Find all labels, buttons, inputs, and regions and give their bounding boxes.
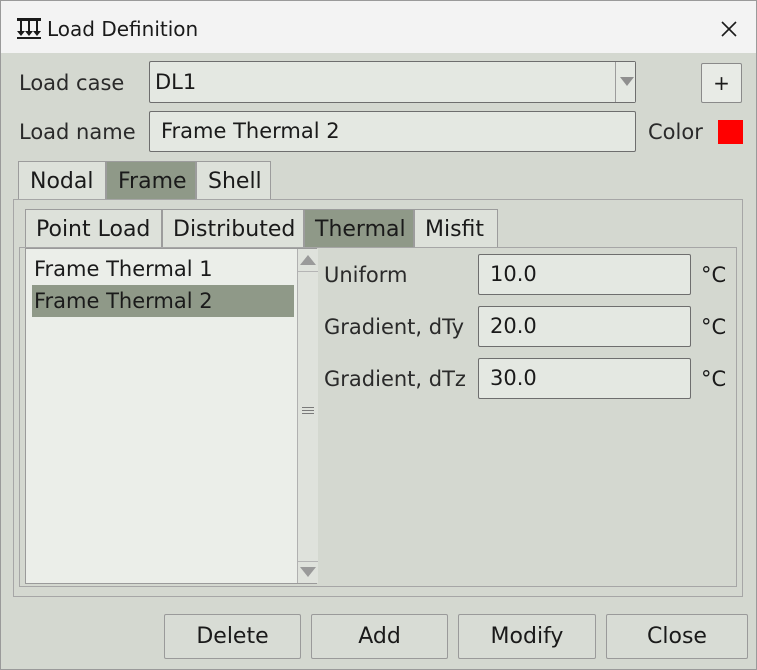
scrollbar-divider [298,271,318,272]
gradient-dtz-input[interactable]: 30.0 [478,358,691,399]
window-title: Load Definition [47,17,199,41]
title-bar: Load Definition [1,1,756,53]
load-name-input[interactable]: Frame Thermal 2 [149,111,636,152]
load-case-label: Load case [19,71,125,95]
load-name-label: Load name [19,120,136,144]
gradient-dty-label: Gradient, dTy [324,315,465,339]
uniform-unit: °C [701,263,727,287]
list-item[interactable]: Frame Thermal 1 [32,253,294,285]
delete-button[interactable]: Delete [164,614,301,659]
tab-thermal[interactable]: Thermal [304,209,414,248]
tab-frame[interactable]: Frame [106,161,196,200]
uniform-label: Uniform [324,263,408,287]
add-button[interactable]: Add [311,614,448,659]
chevron-down-icon [620,77,634,86]
color-swatch[interactable] [718,120,743,144]
list-scrollbar[interactable] [297,249,318,583]
color-label: Color [648,120,703,144]
gradient-dty-input[interactable]: 20.0 [478,306,691,347]
scroll-down-icon[interactable] [300,567,316,577]
load-case-select[interactable]: DL1 [149,61,636,103]
close-button[interactable]: Close [606,614,748,659]
gradient-dtz-unit: °C [701,367,727,391]
tab-distributed[interactable]: Distributed [162,209,304,248]
gradient-dty-unit: °C [701,315,727,339]
list-item-selected[interactable]: Frame Thermal 2 [32,285,294,317]
add-load-case-button[interactable]: + [701,63,742,103]
tab-misfit[interactable]: Misfit [414,209,498,248]
scroll-up-icon[interactable] [300,255,316,265]
loads-list[interactable]: Frame Thermal 1 Frame Thermal 2 [25,248,318,584]
load-definition-icon [17,18,41,39]
scrollbar-divider [298,561,318,562]
uniform-input[interactable]: 10.0 [478,254,691,295]
load-case-dropdown-button[interactable] [615,62,635,102]
load-definition-dialog: Load Definition Load case DL1 + Load nam… [0,0,757,670]
close-icon[interactable] [713,13,745,45]
modify-button[interactable]: Modify [458,614,596,659]
tab-point-load[interactable]: Point Load [25,209,162,248]
tab-nodal[interactable]: Nodal [18,161,106,200]
scroll-grip-icon[interactable] [302,407,314,415]
tab-shell[interactable]: Shell [196,161,271,200]
gradient-dtz-label: Gradient, dTz [324,367,466,391]
load-case-value: DL1 [155,70,197,94]
